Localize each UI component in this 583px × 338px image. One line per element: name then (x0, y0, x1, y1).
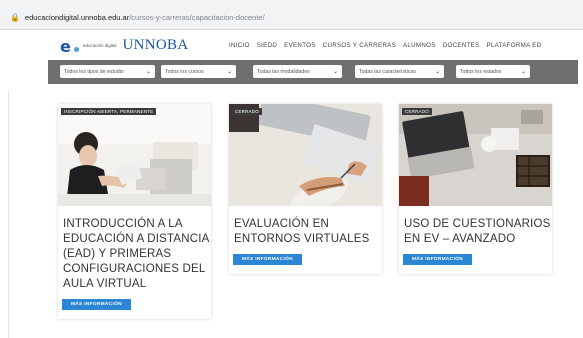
course-image-desk-laptop[interactable]: CERRADO (399, 104, 552, 206)
filter-label: Todos los cursos (165, 68, 204, 75)
url-text: educaciondigital.unnoba.edu.ar/cursos-y-… (25, 13, 265, 22)
course-card[interactable]: CERRADO EVALUACIÓN EN ENTORNOS VIRTUALES… (229, 104, 382, 274)
filter-status[interactable]: Todos los estados ⌄ (456, 65, 530, 78)
menu-item-inicio[interactable]: INICIO (229, 42, 250, 49)
course-title[interactable]: EVALUACIÓN EN ENTORNOS VIRTUALES (234, 217, 384, 247)
logo-subtext: educación digital (83, 43, 117, 48)
browser-address-bar: 🔒 educaciondigital.unnoba.edu.ar/cursos-… (0, 0, 583, 30)
menu-item-alumnos[interactable]: ALUMNOS (403, 42, 436, 49)
course-image-laptop-hands[interactable]: CERRADO (229, 104, 382, 206)
filter-label: Todos los estados (460, 68, 502, 75)
filter-label: Todas las características (359, 68, 416, 75)
logo-brand: UNNOBA (122, 37, 189, 53)
logo-e-icon: e (60, 38, 82, 54)
course-title[interactable]: USO DE CUESTIONARIOS EN EV – AVANZADO (404, 217, 554, 247)
more-info-button[interactable]: MÁS INFORMACIÓN (403, 254, 472, 265)
menu-item-eventos[interactable]: EVENTOS (284, 42, 316, 49)
chevron-down-icon: ⌄ (520, 69, 526, 75)
filter-features[interactable]: Todas las características ⌄ (355, 65, 444, 78)
course-title[interactable]: INTRODUCCIÓN A LA EDUCACIÓN A DISTANCIA … (63, 217, 213, 292)
filter-modalities[interactable]: Todas las modalidades ⌄ (253, 65, 342, 78)
filter-bar: Todos los tipos de estudio ⌄ Todos los cu… (48, 60, 578, 84)
menu-item-siedd[interactable]: SIEDD (257, 42, 277, 49)
site-header: e educación digital UNNOBA INICIO SIEDD … (0, 30, 583, 60)
filter-label: Todos los tipos de estudio (64, 68, 124, 75)
status-badge: CERRADO (402, 108, 432, 115)
more-info-button[interactable]: MÁS INFORMACIÓN (233, 254, 302, 265)
divider (8, 90, 9, 338)
filter-study-type[interactable]: Todos los tipos de estudio ⌄ (60, 65, 155, 78)
chevron-down-icon: ⌄ (332, 69, 338, 75)
status-badge: INSCRIPCIÓN ABIERTA, PERMANENTE (61, 108, 157, 115)
filter-courses[interactable]: Todos los cursos ⌄ (161, 65, 236, 78)
lock-icon: 🔒 (10, 12, 20, 22)
status-badge: CERRADO (232, 108, 262, 115)
menu-item-plataforma[interactable]: PLATAFORMA ED (486, 42, 541, 49)
chevron-down-icon: ⌄ (145, 69, 151, 75)
chevron-down-icon: ⌄ (434, 69, 440, 75)
menu-item-docentes[interactable]: DOCENTES (443, 42, 480, 49)
url-field[interactable]: 🔒 educaciondigital.unnoba.edu.ar/cursos-… (6, 8, 336, 26)
course-card[interactable]: INSCRIPCIÓN ABIERTA, PERMANENTE INTRODUC… (58, 104, 211, 319)
menu-item-cursos[interactable]: CURSOS Y CARRERAS (323, 42, 396, 49)
site-logo[interactable]: e educación digital UNNOBA (60, 37, 189, 54)
main-menu: INICIO SIEDD EVENTOS CURSOS Y CARRERAS A… (229, 42, 541, 49)
chevron-down-icon: ⌄ (226, 69, 232, 75)
url-path: /cursos-y-carreras/capacitacion-docente/ (129, 12, 265, 22)
course-image-woman-laptop[interactable]: INSCRIPCIÓN ABIERTA, PERMANENTE (58, 104, 211, 206)
course-card[interactable]: CERRADO USO DE CUESTIONARIOS EN EV – AVA… (399, 104, 552, 274)
more-info-button[interactable]: MÁS INFORMACIÓN (62, 299, 131, 310)
url-domain: educaciondigital.unnoba.edu.ar (24, 12, 130, 22)
filter-label: Todas las modalidades (257, 68, 310, 75)
